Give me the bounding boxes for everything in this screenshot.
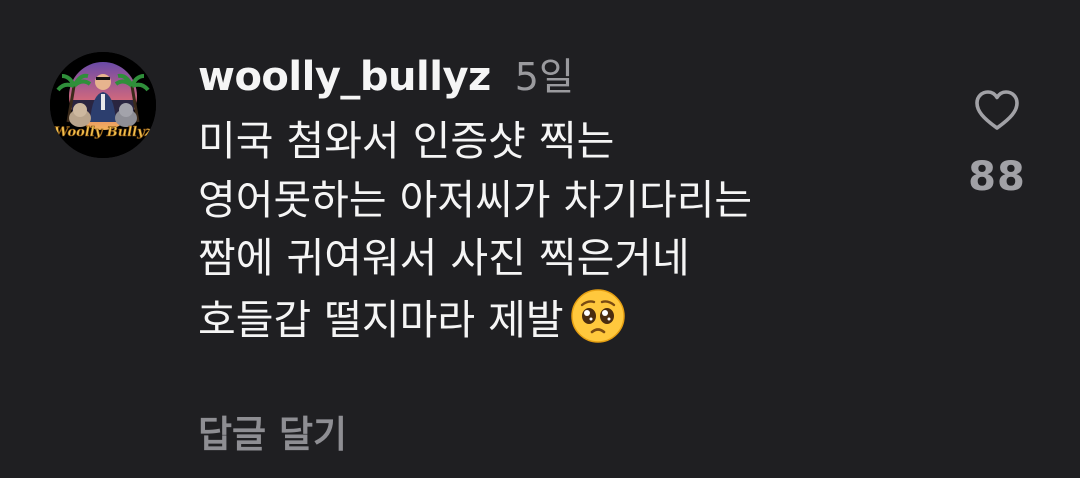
comment-line: 짬에 귀여워서 사진 찍은거네 [198, 234, 690, 282]
comment-line-last: 호들갑 떨지마라 제발 [198, 288, 938, 350]
username[interactable]: woolly_bullyz [198, 54, 491, 100]
comment-header: woolly_bullyz 5일 [198, 46, 574, 100]
timestamp: 5일 [514, 55, 574, 99]
comment: Woolly Bullyz woolly_bullyz 5일 미국 첨와서 인증… [0, 0, 1080, 478]
comment-line: 영어못하는 아저씨가 차기다리는 [198, 175, 753, 224]
svg-text:Woolly Bullyz: Woolly Bullyz [54, 125, 153, 140]
comment-text: 미국 첨와서 인증샷 찍는 영어못하는 아저씨가 차기다리는 짬에 귀여워서 사… [198, 112, 938, 349]
like-button[interactable]: 88 [960, 88, 1034, 200]
comment-line: 미국 첨와서 인증샷 찍는 [198, 117, 615, 165]
like-count: 88 [968, 154, 1026, 200]
avatar[interactable]: Woolly Bullyz [50, 52, 156, 158]
pleading-face-emoji-icon [570, 288, 625, 343]
avatar-logo-icon: Woolly Bullyz [50, 52, 156, 158]
comment-line-text: 호들갑 떨지마라 제발 [198, 295, 564, 344]
reply-button[interactable]: 답글 달기 [198, 404, 347, 458]
heart-outline-icon[interactable] [973, 88, 1021, 132]
